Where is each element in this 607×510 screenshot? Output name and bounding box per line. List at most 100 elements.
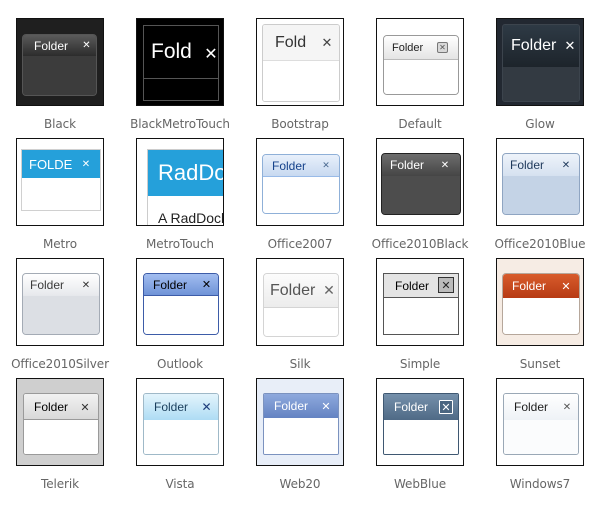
skin-preview-metro[interactable]: FOLDE ✕: [16, 138, 104, 226]
dock-window: FOLDE ✕: [21, 149, 101, 211]
close-icon[interactable]: ✕: [439, 159, 451, 171]
skin-preview-simple[interactable]: Folder ✕: [376, 258, 464, 346]
dock-title: Fold: [275, 33, 307, 51]
skin-tile-office2010-blue[interactable]: Folder ✕ Office2010Blue: [480, 120, 600, 251]
close-icon[interactable]: ✕: [562, 38, 578, 54]
dock-content: [503, 176, 579, 214]
close-icon[interactable]: ✕: [79, 401, 91, 414]
skin-tile-simple[interactable]: Folder ✕ Simple: [360, 240, 480, 371]
dock-title: RadDo: [158, 160, 224, 185]
close-icon[interactable]: ✕: [560, 159, 572, 171]
dock-title: Folder: [34, 38, 69, 53]
dock-title: Folder: [392, 41, 424, 54]
skin-preview-vista[interactable]: Folder ✕: [136, 378, 224, 466]
skin-preview-office2010-black[interactable]: Folder ✕: [376, 138, 464, 226]
skin-preview-glow[interactable]: Folder ✕: [496, 18, 584, 106]
skin-tile-black-metro-touch[interactable]: Fold ✕ BlackMetroTouch: [120, 0, 240, 131]
dock-title: Folder: [270, 281, 316, 299]
dock-title: FOLDE: [29, 156, 73, 172]
skin-tile-outlook[interactable]: Folder ✕ Outlook: [120, 240, 240, 371]
dock-content: [384, 298, 458, 334]
close-icon[interactable]: ✕: [319, 35, 335, 51]
close-icon[interactable]: ✕: [320, 400, 332, 413]
skin-preview-office2007[interactable]: Folder ✕: [256, 138, 344, 226]
skin-preview-telerik[interactable]: Folder ✕: [16, 378, 104, 466]
dock-window: Folder ✕: [502, 153, 580, 215]
skin-preview-sunset[interactable]: Folder ✕: [496, 258, 584, 346]
skin-tile-metro[interactable]: FOLDE ✕ Metro: [0, 120, 120, 251]
skin-preview-metro-touch[interactable]: RadDo A RadDock: [136, 138, 224, 226]
skin-tile-default[interactable]: Folder ✕ Default: [360, 0, 480, 131]
close-icon[interactable]: ✕: [560, 280, 572, 293]
skin-preview-default[interactable]: Folder ✕: [376, 18, 464, 106]
close-icon[interactable]: ✕: [80, 39, 93, 52]
dock-window: Folder ✕: [143, 393, 219, 455]
close-icon[interactable]: ✕: [437, 42, 448, 53]
skin-preview-windows7[interactable]: Folder ✕: [496, 378, 584, 466]
skin-preview-black-metro-touch[interactable]: Fold ✕: [136, 18, 224, 106]
skin-preview-silk[interactable]: Folder ✕: [256, 258, 344, 346]
skin-tile-telerik[interactable]: Folder ✕ Telerik: [0, 360, 120, 491]
skin-tile-web20[interactable]: Folder ✕ Web20: [240, 360, 360, 491]
dock-content: [24, 420, 98, 454]
skin-preview-web-blue[interactable]: Folder ✕: [376, 378, 464, 466]
dock-title: Folder: [34, 399, 69, 414]
skin-tile-metro-touch[interactable]: RadDo A RadDock MetroTouch: [120, 120, 240, 251]
dock-window: Folder ✕: [22, 34, 97, 96]
close-icon[interactable]: ✕: [200, 400, 213, 414]
dock-window: Folder ✕: [383, 273, 459, 335]
skin-name-label: Windows7: [509, 477, 571, 491]
dock-content: [264, 418, 338, 454]
dock-title: Folder: [511, 37, 557, 54]
skin-preview-black[interactable]: Folder ✕: [16, 18, 104, 106]
dock-title: Folder: [153, 277, 188, 292]
dock-content: [144, 296, 218, 334]
close-icon[interactable]: ✕: [439, 400, 453, 414]
skin-tile-office2010-black[interactable]: Folder ✕ Office2010Black: [360, 120, 480, 251]
skin-preview-bootstrap[interactable]: Fold ✕: [256, 18, 344, 106]
close-icon[interactable]: ✕: [201, 43, 218, 63]
close-icon[interactable]: ✕: [80, 158, 92, 170]
close-icon[interactable]: ✕: [80, 279, 92, 291]
dock-title: Folder: [394, 400, 429, 414]
close-icon[interactable]: ✕: [438, 277, 454, 293]
dock-window: Folder ✕: [262, 154, 340, 214]
dock-content: [504, 420, 578, 454]
skin-tile-windows7[interactable]: Folder ✕ Windows7: [480, 360, 600, 491]
skin-preview-office2010-silver[interactable]: Folder ✕: [16, 258, 104, 346]
close-icon[interactable]: ✕: [561, 401, 573, 413]
dock-content: [503, 67, 579, 101]
close-icon[interactable]: ✕: [321, 283, 337, 299]
skin-tile-web-blue[interactable]: Folder ✕ WebBlue: [360, 360, 480, 491]
skin-preview-office2010-blue[interactable]: Folder ✕: [496, 138, 584, 226]
skin-tile-glow[interactable]: Folder ✕ Glow: [480, 0, 600, 131]
close-icon[interactable]: ✕: [320, 160, 332, 172]
close-icon[interactable]: ✕: [200, 278, 213, 291]
dock-content: [23, 56, 96, 95]
dock-window: Folder ✕: [23, 393, 99, 455]
skin-name-label: WebBlue: [393, 477, 447, 491]
dock-window: Folder ✕: [22, 273, 100, 335]
dock-content: [384, 420, 458, 454]
skin-tile-silk[interactable]: Folder ✕ Silk: [240, 240, 360, 371]
dock-content: [264, 308, 338, 336]
dock-content: [384, 60, 458, 94]
skin-tile-office2010-silver[interactable]: Folder ✕ Office2010Silver: [0, 240, 120, 371]
skin-tile-bootstrap[interactable]: Fold ✕ Bootstrap: [240, 0, 360, 131]
skin-preview-outlook[interactable]: Folder ✕: [136, 258, 224, 346]
dock-title: Folder: [514, 400, 549, 414]
skin-tile-black[interactable]: Folder ✕ Black: [0, 0, 120, 131]
skin-tile-vista[interactable]: Folder ✕ Vista: [120, 360, 240, 491]
dock-titlebar[interactable]: RadDo: [148, 150, 224, 196]
dock-window: Folder ✕: [381, 153, 461, 215]
skin-preview-web20[interactable]: Folder ✕: [256, 378, 344, 466]
dock-content: [22, 178, 100, 210]
skin-grid: Folder ✕ Black Fold ✕ BlackMetroTouch Fold ✕ Boo…: [0, 0, 607, 510]
skin-tile-office2007[interactable]: Folder ✕ Office2007: [240, 120, 360, 251]
dock-window: Folder ✕: [502, 24, 580, 102]
dock-window: Folder ✕: [502, 273, 580, 335]
skin-tile-sunset[interactable]: Folder ✕ Sunset: [480, 240, 600, 371]
dock-title: Folder: [390, 158, 425, 172]
dock-content: [382, 176, 460, 214]
dock-title: Fold: [151, 40, 192, 63]
